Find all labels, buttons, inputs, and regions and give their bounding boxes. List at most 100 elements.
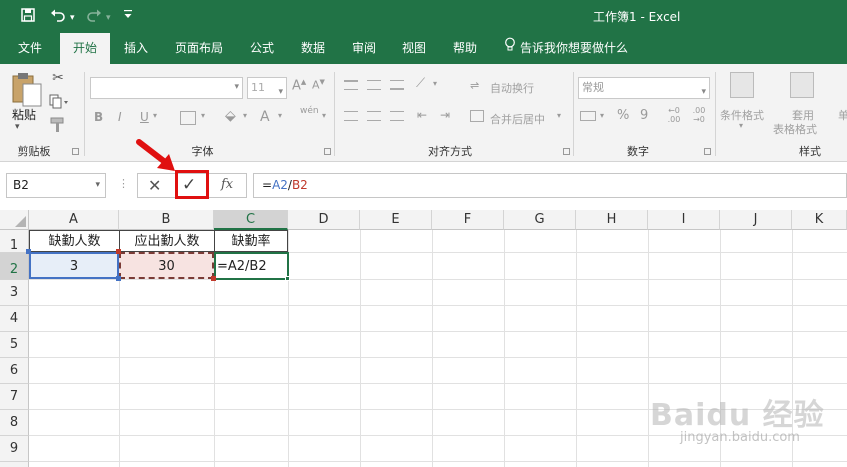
decrease-font-icon[interactable]: A▼	[312, 78, 325, 92]
cell-c2[interactable]: =A2/B2	[214, 252, 289, 280]
column-header-d[interactable]: D	[288, 210, 360, 230]
column-header-k[interactable]: K	[792, 210, 847, 230]
row-header-5[interactable]: 5	[0, 332, 29, 358]
cut-icon[interactable]: ✂	[48, 70, 68, 86]
cell-b2[interactable]: 30	[119, 252, 214, 279]
redo-dropdown-icon[interactable]: ▾	[106, 9, 111, 27]
column-header-j[interactable]: J	[720, 210, 792, 230]
row-header-2[interactable]: 2	[0, 253, 29, 280]
row-header-1[interactable]: 1	[0, 230, 29, 253]
ref-handle[interactable]	[116, 276, 121, 281]
undo-icon[interactable]	[50, 7, 66, 27]
font-size-combo[interactable]: 11 ▾	[247, 77, 287, 99]
format-as-table-icon[interactable]	[790, 72, 814, 98]
align-middle-icon[interactable]	[367, 80, 381, 90]
paste-icon[interactable]	[10, 70, 44, 110]
percent-button[interactable]: %	[617, 108, 629, 123]
column-header-h[interactable]: H	[576, 210, 648, 230]
tab-page-layout[interactable]: 页面布局	[164, 33, 234, 64]
align-left-icon[interactable]	[344, 111, 358, 121]
paste-label[interactable]: 粘贴	[12, 106, 36, 123]
font-color-icon[interactable]: A	[260, 109, 270, 125]
phonetic-dropdown-icon[interactable]: ▾	[322, 111, 326, 120]
row-header-7[interactable]: 7	[0, 384, 29, 410]
font-name-combo[interactable]: ▾	[90, 77, 243, 99]
merge-center-icon[interactable]	[470, 110, 484, 122]
borders-icon[interactable]	[180, 111, 196, 125]
copy-icon[interactable]	[48, 94, 70, 110]
row-header-4[interactable]: 4	[0, 306, 29, 332]
worksheet-grid[interactable]: A B C D E F G H I J K 1 2 3 4 5 6 7 8 9 …	[0, 210, 847, 467]
underline-dropdown-icon[interactable]: ▾	[153, 111, 157, 120]
comma-style-button[interactable]: 9	[640, 108, 648, 123]
tab-home[interactable]: 开始	[60, 33, 110, 64]
font-color-dropdown-icon[interactable]: ▾	[278, 111, 282, 120]
increase-decimal-button[interactable]: ←0 .00	[663, 106, 685, 124]
name-box[interactable]: B2 ▾	[6, 173, 106, 198]
row-header-8[interactable]: 8	[0, 410, 29, 436]
insert-function-button[interactable]: fx	[221, 177, 233, 192]
column-header-a[interactable]: A	[29, 210, 119, 230]
row-header-3[interactable]: 3	[0, 280, 29, 306]
decrease-decimal-button[interactable]: .00 →0	[688, 106, 710, 124]
clipboard-launcher-icon[interactable]	[72, 148, 79, 155]
cell-c1[interactable]: 缺勤率	[214, 230, 288, 252]
wrap-text-button[interactable]: 自动换行	[490, 80, 534, 96]
tab-view[interactable]: 视图	[392, 33, 436, 64]
redo-icon[interactable]	[86, 7, 102, 27]
fill-color-icon[interactable]: ⬙	[225, 108, 236, 124]
tab-data[interactable]: 数据	[290, 33, 336, 64]
orientation-dropdown-icon[interactable]: ▾	[433, 79, 437, 88]
italic-button[interactable]: I	[118, 110, 122, 124]
ref-handle[interactable]	[116, 249, 121, 254]
tab-file[interactable]: 文件	[8, 33, 52, 64]
fill-color-dropdown-icon[interactable]: ▾	[243, 111, 247, 120]
orientation-icon[interactable]: ⟋	[416, 76, 425, 91]
format-as-table-label-2[interactable]: 表格格式	[773, 121, 817, 137]
column-header-g[interactable]: G	[504, 210, 576, 230]
cell-a2[interactable]: 3	[29, 252, 119, 279]
alignment-launcher-icon[interactable]	[563, 148, 570, 155]
ref-handle[interactable]	[26, 249, 31, 254]
ref-handle[interactable]	[211, 276, 216, 281]
underline-button[interactable]: U	[140, 110, 149, 124]
column-header-b[interactable]: B	[119, 210, 214, 230]
column-header-f[interactable]: F	[432, 210, 504, 230]
merge-center-button[interactable]: 合并后居中	[490, 111, 545, 127]
name-box-dropdown-icon[interactable]: ▾	[95, 174, 100, 197]
borders-dropdown-icon[interactable]: ▾	[201, 111, 205, 120]
align-bottom-icon[interactable]	[390, 80, 404, 90]
column-header-c[interactable]: C	[214, 210, 288, 230]
column-header-e[interactable]: E	[360, 210, 432, 230]
cancel-entry-button[interactable]: ✕	[148, 176, 161, 195]
formula-bar-splitter-icon[interactable]: ⋮	[118, 177, 129, 190]
tab-insert[interactable]: 插入	[114, 33, 158, 64]
customize-quick-access-icon[interactable]	[123, 8, 133, 27]
tab-help[interactable]: 帮助	[443, 33, 487, 64]
conditional-format-icon[interactable]	[730, 72, 754, 98]
cell-b1[interactable]: 应出勤人数	[119, 230, 214, 252]
tab-review[interactable]: 审阅	[342, 33, 386, 64]
tell-me-search[interactable]: 告诉我你想要做什么	[504, 33, 628, 64]
merge-dropdown-icon[interactable]: ▾	[557, 111, 561, 120]
save-icon[interactable]	[20, 7, 36, 27]
number-format-combo[interactable]: 常规 ▾	[578, 77, 710, 99]
select-all-corner[interactable]	[0, 210, 29, 230]
phonetic-guide-icon[interactable]: wén	[300, 106, 319, 116]
column-header-i[interactable]: I	[648, 210, 720, 230]
align-right-icon[interactable]	[390, 111, 404, 121]
number-launcher-icon[interactable]	[704, 148, 711, 155]
paste-dropdown-icon[interactable]: ▾	[15, 122, 20, 132]
font-launcher-icon[interactable]	[324, 148, 331, 155]
cell-styles-button[interactable]: 单	[838, 107, 847, 123]
align-center-icon[interactable]	[367, 111, 381, 121]
format-painter-icon[interactable]	[48, 116, 68, 134]
currency-dropdown-icon[interactable]: ▾	[600, 111, 604, 120]
increase-font-icon[interactable]: A▲	[292, 78, 306, 93]
currency-icon[interactable]	[580, 111, 596, 121]
tab-formulas[interactable]: 公式	[240, 33, 284, 64]
align-top-icon[interactable]	[344, 80, 358, 90]
conditional-format-dropdown-icon[interactable]: ▾	[739, 121, 743, 130]
row-header-6[interactable]: 6	[0, 358, 29, 384]
cell-a1[interactable]: 缺勤人数	[29, 230, 119, 252]
